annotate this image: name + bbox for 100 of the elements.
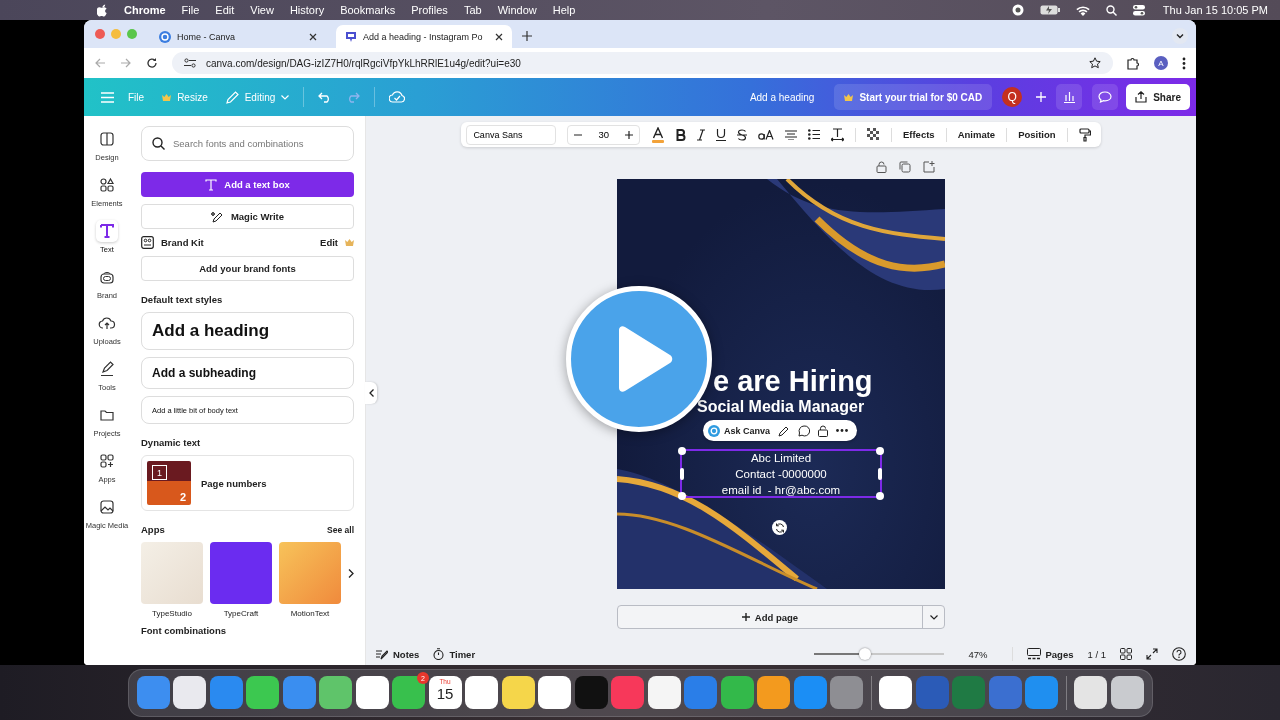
wifi-icon[interactable] (1075, 4, 1090, 16)
more-options-icon[interactable] (836, 429, 849, 432)
timer-button[interactable]: Timer (433, 648, 476, 660)
menu-item[interactable]: Edit (215, 4, 235, 16)
lock-icon[interactable] (876, 161, 887, 173)
star-icon[interactable] (1089, 57, 1101, 69)
letter-case-icon[interactable] (757, 129, 774, 140)
design-heading[interactable]: e are Hiring (713, 365, 873, 398)
share-button[interactable]: Share (1126, 84, 1190, 110)
clock[interactable]: Thu Jan 15 10:05 PM (1162, 4, 1268, 16)
edit-link[interactable]: Edit (320, 237, 338, 248)
record-icon[interactable] (1011, 4, 1024, 16)
apple-logo-icon[interactable] (97, 3, 108, 17)
collapse-panel-button[interactable] (365, 382, 377, 404)
zoom-percentage[interactable]: 47% (968, 648, 988, 660)
comment-icon[interactable] (798, 424, 811, 437)
add-text-box-button[interactable]: Add a text box (141, 172, 354, 197)
heading-style-button[interactable]: Add a heading (141, 312, 354, 350)
menu-item[interactable]: History (289, 4, 325, 16)
reload-icon[interactable] (146, 57, 158, 69)
search-field[interactable]: Search fonts and combinations (141, 126, 354, 161)
app-icon[interactable] (246, 676, 279, 709)
app-icon[interactable] (319, 676, 352, 709)
new-tab-icon[interactable] (522, 31, 532, 41)
profile-avatar[interactable]: A (1154, 56, 1168, 70)
app-tile[interactable]: TypeStudio (141, 542, 203, 618)
paint-roller-icon[interactable] (1078, 127, 1091, 142)
pages-button[interactable]: Pages (1026, 648, 1074, 660)
lock-icon[interactable] (818, 424, 829, 437)
comment-button[interactable] (1092, 84, 1119, 110)
menu-item[interactable]: View (250, 4, 274, 16)
italic-icon[interactable] (696, 128, 705, 141)
control-center-icon[interactable] (1132, 4, 1147, 16)
trash-icon[interactable] (1110, 676, 1144, 709)
site-settings-icon[interactable] (184, 58, 196, 68)
close-window-button[interactable] (95, 29, 105, 39)
trial-button[interactable]: Start your trial for $0 CAD (834, 84, 993, 110)
text-color-icon[interactable] (650, 126, 665, 143)
more-options-icon[interactable] (1182, 56, 1186, 70)
chevron-right-icon[interactable] (348, 568, 354, 578)
app-icon[interactable] (465, 676, 498, 709)
menu-item[interactable]: Bookmarks (340, 4, 396, 16)
insights-button[interactable] (1056, 84, 1083, 110)
add-brand-fonts-button[interactable]: Add your brand fonts (141, 256, 354, 281)
underline-icon[interactable] (715, 128, 726, 141)
magic-pen-icon[interactable] (778, 424, 791, 437)
app-menu[interactable]: Chrome (124, 4, 166, 16)
cloud-check-icon[interactable] (389, 91, 406, 103)
ask-canva-button[interactable]: Ask Canva (708, 424, 771, 437)
search-icon[interactable] (1105, 4, 1117, 16)
toolbar-button[interactable]: Animate (957, 129, 996, 140)
menu-item[interactable]: Window (497, 4, 537, 16)
rotate-handle[interactable] (772, 520, 787, 535)
design-title[interactable]: Add a heading (749, 91, 815, 103)
plus-icon[interactable] (624, 130, 633, 139)
fullscreen-icon[interactable] (1146, 648, 1158, 660)
app-icon[interactable] (538, 676, 571, 709)
selected-text-box[interactable]: Abc Limited Contact -0000000 email id - hr@abc.com (680, 449, 882, 498)
address-bar[interactable]: canva.com/design/DAG-izIZ7H0/rqlRgciVfpYkLhRRlE1u4g/edit?ui=e30 (172, 52, 1113, 74)
transparency-icon[interactable] (866, 128, 880, 141)
close-icon[interactable] (495, 32, 503, 41)
puzzle-piece-icon[interactable] (1127, 56, 1140, 70)
browser-tab[interactable]: Home - Canva (150, 25, 326, 48)
align-center-icon[interactable] (784, 129, 797, 140)
bold-icon[interactable] (675, 128, 686, 141)
menu-item[interactable]: Help (552, 4, 576, 16)
font-size-control[interactable]: 30 (567, 124, 640, 145)
grid-view-icon[interactable] (1120, 648, 1132, 660)
slider-thumb[interactable] (859, 648, 872, 660)
strikethrough-icon[interactable] (736, 128, 747, 141)
menu-item[interactable]: Profiles (411, 4, 448, 16)
bulleted-list-icon[interactable] (807, 129, 820, 140)
app-icon[interactable] (757, 676, 790, 709)
letter-spacing-icon[interactable] (830, 127, 844, 142)
notes-button[interactable]: Notes (376, 648, 420, 660)
chevron-down-icon[interactable] (1172, 28, 1188, 44)
toolbar-button[interactable]: Effects (902, 129, 935, 140)
document-icon[interactable] (1074, 676, 1107, 709)
app-tile[interactable]: TypeCraft (210, 542, 272, 618)
app-icon[interactable] (501, 676, 535, 709)
toolbar-button[interactable]: Position (1018, 129, 1056, 140)
close-icon[interactable] (309, 32, 317, 41)
menu-item[interactable]: File (181, 4, 200, 16)
browser-tab[interactable]: Add a heading - Instagram Po (336, 25, 512, 48)
app-tile[interactable]: MotionText (279, 542, 341, 618)
magic-write-button[interactable]: Magic Write (141, 204, 354, 229)
help-icon[interactable] (1172, 647, 1186, 661)
design-subheading[interactable]: Social Media Manager (697, 398, 865, 416)
page-numbers-card[interactable]: 1 2 Page numbers (141, 455, 354, 511)
app-icon[interactable] (173, 676, 206, 709)
duplicate-icon[interactable] (899, 161, 911, 173)
menu-item[interactable]: Tab (463, 4, 482, 16)
battery-icon[interactable] (1039, 5, 1060, 15)
add-page-icon[interactable] (923, 161, 935, 173)
app-icon[interactable] (355, 676, 389, 709)
font-dropdown[interactable]: Canva Sans (466, 124, 557, 145)
user-avatar[interactable]: Q (1002, 87, 1023, 107)
app-icon[interactable] (647, 676, 681, 709)
see-all-link[interactable]: See all (327, 524, 354, 535)
app-icon[interactable] (879, 676, 912, 709)
